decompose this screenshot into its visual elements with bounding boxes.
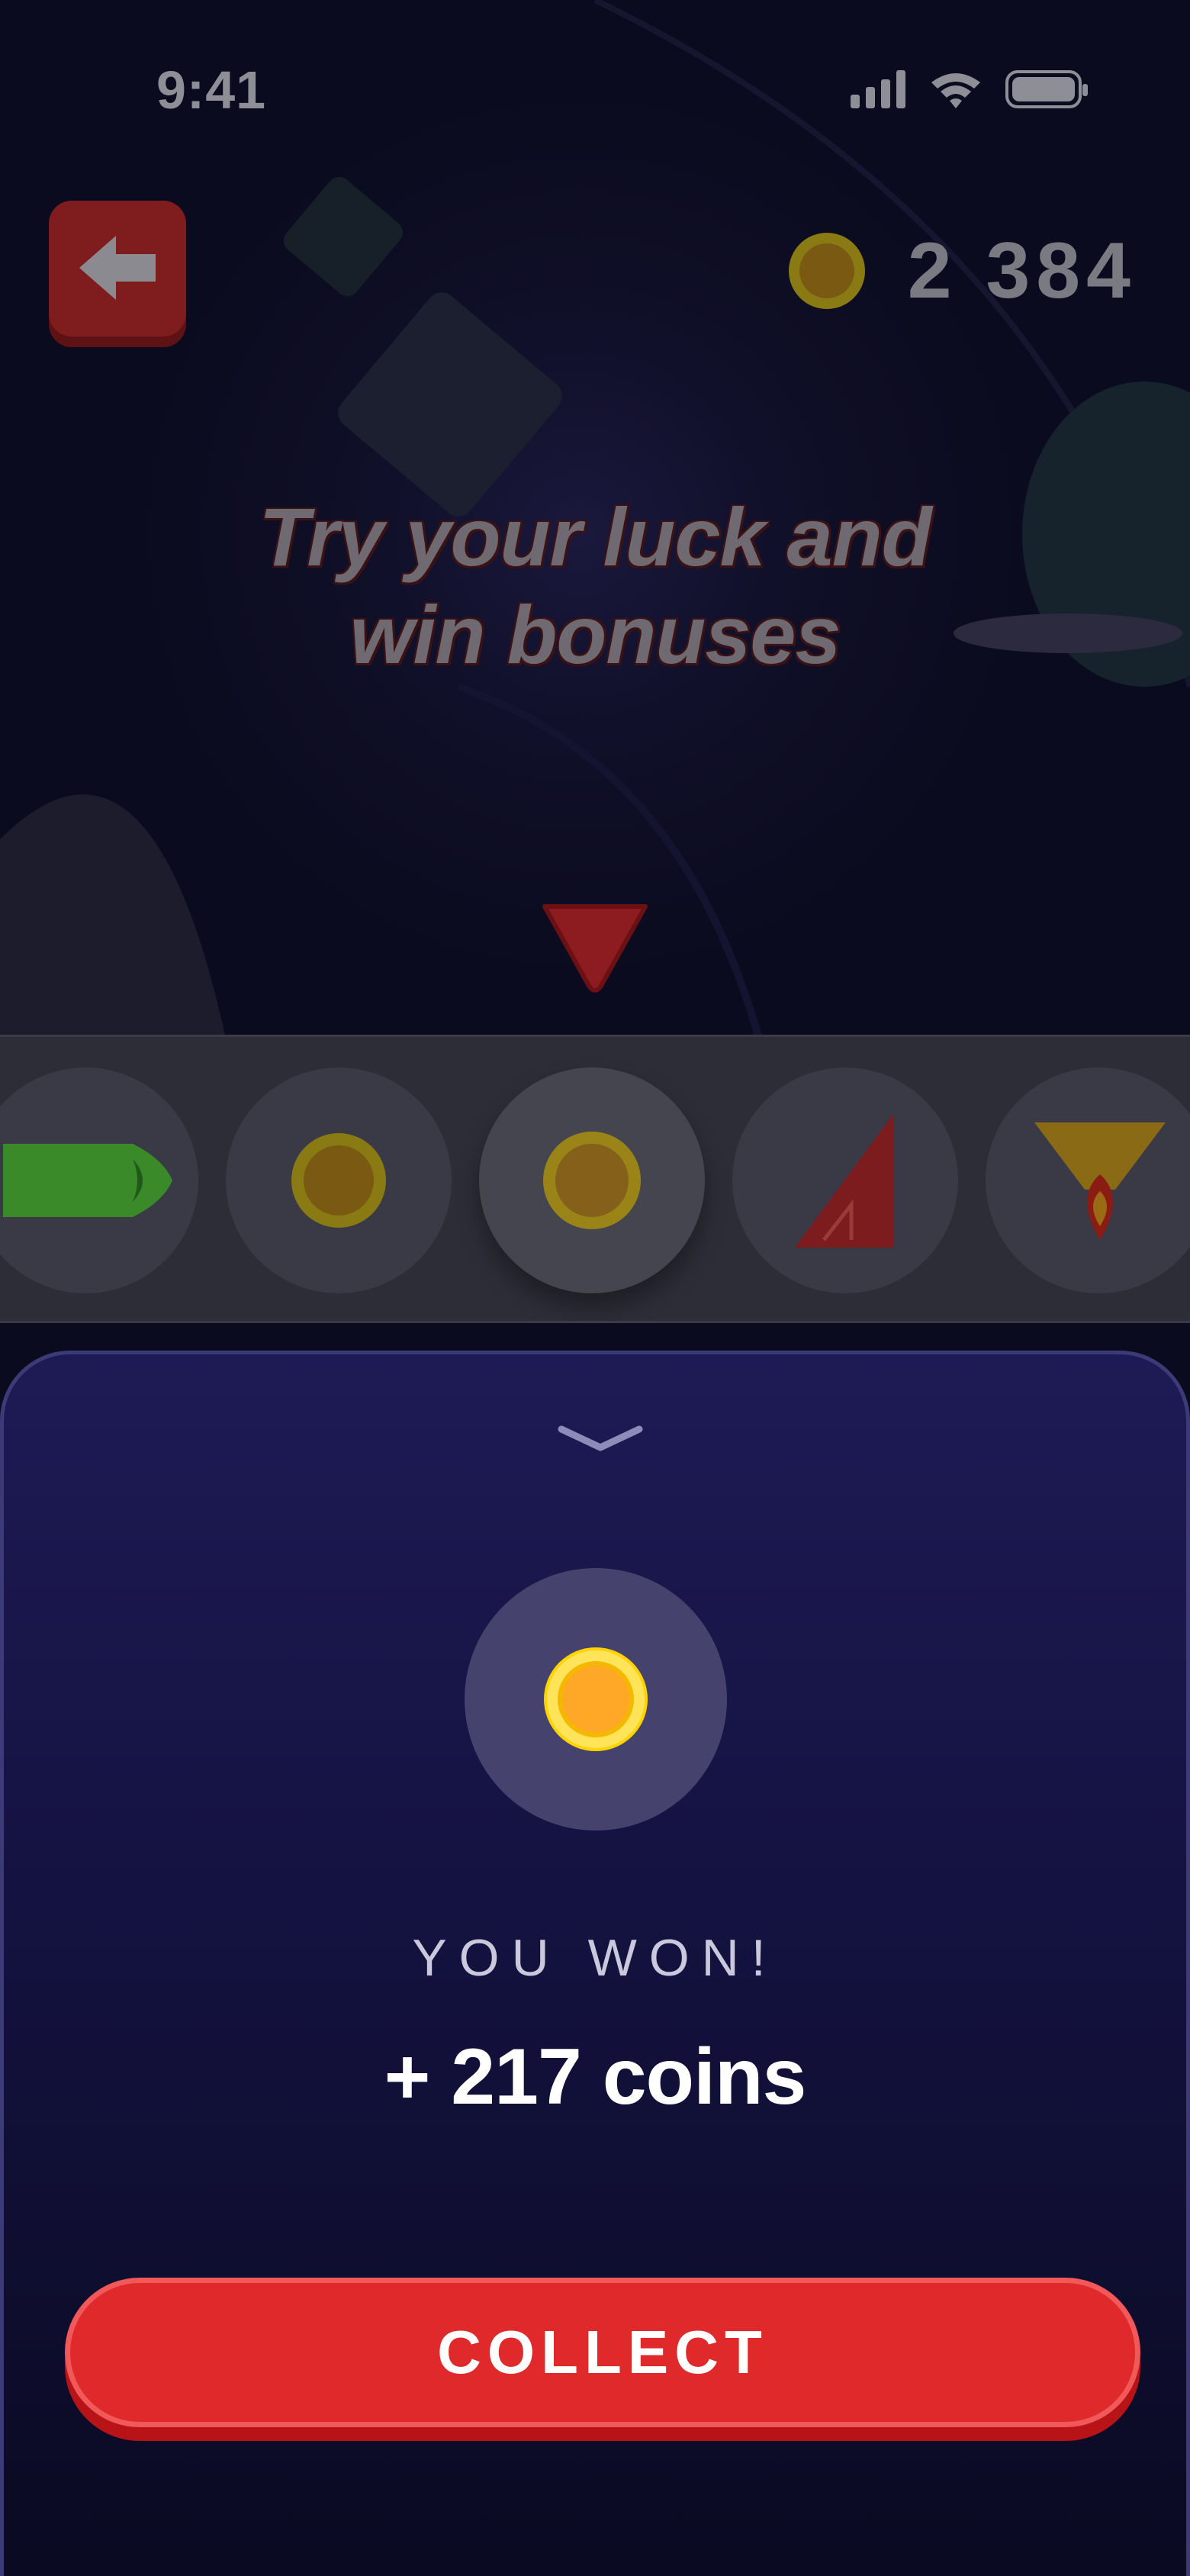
flame-cone-icon — [1034, 1122, 1166, 1240]
reel-item — [0, 1067, 198, 1293]
result-sheet: YOU WON! + 217 coins COLLECT — [0, 1351, 1190, 2576]
reel-item — [732, 1067, 958, 1293]
battery-icon — [1005, 70, 1088, 108]
reel-item — [226, 1067, 452, 1293]
status-time: 9:41 — [156, 60, 267, 120]
coin-balance: 2 384 — [787, 217, 1137, 324]
result-label: YOU WON! — [412, 1929, 778, 1987]
wifi-icon — [931, 73, 980, 108]
collect-button[interactable]: COLLECT — [65, 2278, 1140, 2427]
prize-reel — [0, 1035, 1190, 1323]
coin-count: 2 384 — [907, 226, 1137, 315]
coin-icon — [543, 1132, 641, 1229]
result-amount: + 217 coins — [384, 2033, 807, 2121]
status-bar: 9:41 — [0, 0, 1190, 175]
red-sail-icon — [795, 1113, 894, 1248]
headline-line-1: Try your luck and — [259, 491, 931, 583]
reel-item — [986, 1067, 1190, 1293]
arrow-left-icon — [79, 236, 156, 300]
green-rocket-icon — [3, 1144, 172, 1217]
coin-icon — [291, 1133, 386, 1228]
reel-item-selected — [479, 1067, 705, 1293]
signal-icon — [851, 70, 905, 108]
headline-line-2: win bonuses — [349, 588, 841, 681]
triangle-pointer-icon — [542, 904, 648, 993]
back-button[interactable] — [49, 201, 186, 336]
page-title: Try your luck and win bonuses — [0, 488, 1190, 684]
status-icons — [851, 70, 1088, 108]
collect-button-label: COLLECT — [437, 2318, 768, 2386]
coin-icon — [544, 1647, 648, 1751]
prize-badge — [465, 1568, 727, 1831]
coin-icon — [788, 233, 865, 309]
chevron-down-icon[interactable] — [557, 1423, 644, 1454]
